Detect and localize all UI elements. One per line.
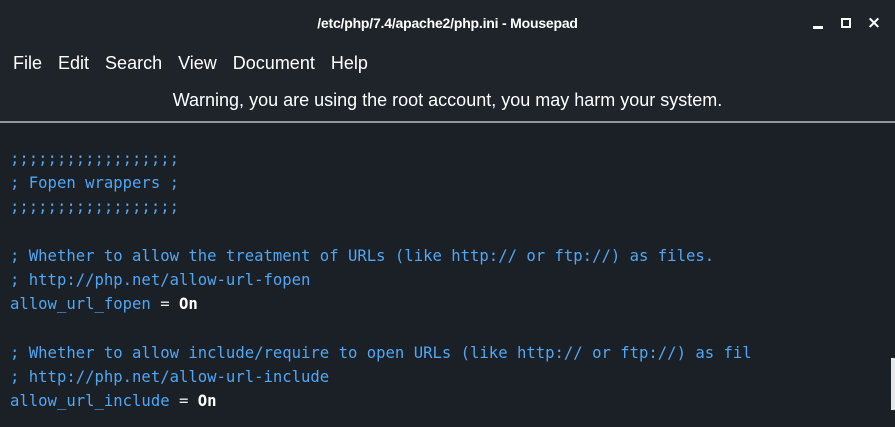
- editor-line: ; Fopen wrappers ;: [10, 174, 179, 193]
- editor-line: ;;;;;;;;;;;;;;;;;;: [10, 198, 179, 217]
- editor-lines: ;;;;;;;;;;;;;;;;;; ; Fopen wrappers ; ;;…: [10, 147, 752, 413]
- menu-bar: File Edit Search View Document Help: [0, 46, 895, 80]
- setting-key: allow_url_include: [10, 391, 170, 410]
- editor-line: ; http://php.net/allow-url-fopen: [10, 270, 311, 289]
- editor-line: ; Whether to allow include/require to op…: [10, 343, 752, 362]
- maximize-icon[interactable]: [835, 12, 857, 34]
- menu-search[interactable]: Search: [97, 53, 170, 74]
- editor-line-blank: [10, 316, 752, 340]
- minimize-icon[interactable]: [807, 12, 829, 34]
- setting-operator: =: [169, 391, 198, 410]
- editor-line-blank: [10, 220, 752, 244]
- horizontal-scrollbar-thumb[interactable]: [891, 358, 895, 410]
- editor-line-setting: allow_url_fopen = On: [10, 292, 752, 316]
- setting-key: allow_url_fopen: [10, 295, 151, 314]
- menu-document[interactable]: Document: [225, 53, 323, 74]
- mousepad-window: /etc/php/7.4/apache2/php.ini - Mousepad …: [0, 0, 895, 427]
- menu-edit[interactable]: Edit: [50, 53, 97, 74]
- window-controls: ×: [801, 12, 885, 34]
- editor-line: ;;;;;;;;;;;;;;;;;;: [10, 150, 179, 168]
- menu-view[interactable]: View: [170, 53, 225, 74]
- setting-value: On: [179, 295, 198, 314]
- menu-help[interactable]: Help: [323, 53, 376, 74]
- setting-operator: =: [150, 295, 179, 314]
- title-bar[interactable]: /etc/php/7.4/apache2/php.ini - Mousepad …: [0, 0, 895, 46]
- menu-file[interactable]: File: [0, 53, 50, 74]
- setting-value: On: [197, 391, 217, 410]
- root-warning-bar: Warning, you are using the root account,…: [0, 80, 895, 120]
- window-title: /etc/php/7.4/apache2/php.ini - Mousepad: [317, 15, 578, 31]
- editor-line: ; http://php.net/allow-url-include: [10, 367, 330, 386]
- editor-line-setting: allow_url_include = On: [10, 389, 752, 413]
- text-editor[interactable]: ;;;;;;;;;;;;;;;;;; ; Fopen wrappers ; ;;…: [0, 123, 895, 427]
- editor-line: ; Whether to allow the treatment of URLs…: [10, 246, 715, 265]
- close-icon[interactable]: ×: [863, 12, 885, 34]
